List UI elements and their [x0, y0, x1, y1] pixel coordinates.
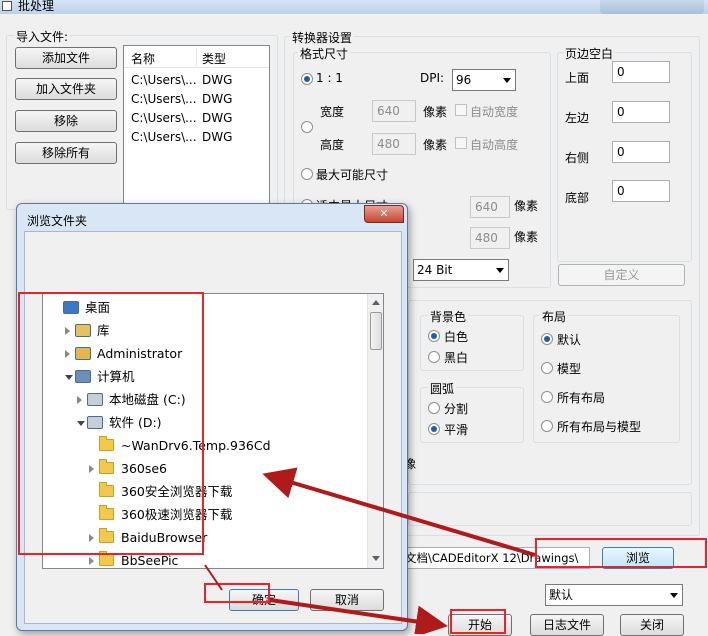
- bg-white-radio[interactable]: [428, 330, 440, 342]
- one-to-one-label: 1 : 1: [316, 71, 343, 85]
- layout-default-radio[interactable]: [541, 333, 553, 345]
- margin-top-label: 上面: [565, 71, 590, 85]
- arc-smooth-radio[interactable]: [428, 423, 440, 435]
- remove-button[interactable]: 移除: [15, 110, 117, 132]
- scroll-up-arrow[interactable]: [372, 300, 380, 305]
- format-size-title: 格式尺寸: [298, 45, 351, 62]
- file-row-2-name[interactable]: C:\Users\...: [131, 92, 197, 106]
- fit-height-unit: 像素: [514, 230, 539, 244]
- bg-black-label: 黑白: [444, 351, 469, 365]
- close-button[interactable]: 关闭: [620, 614, 684, 636]
- layout-title: 布局: [540, 308, 569, 325]
- margin-left-field[interactable]: 0: [612, 101, 670, 123]
- margins-title: 页边空白: [563, 45, 616, 62]
- margin-left-label: 左边: [565, 111, 590, 125]
- col-name-header[interactable]: 名称: [131, 50, 155, 67]
- annotation-ok-box: [204, 583, 270, 603]
- margin-top-field[interactable]: 0: [612, 61, 670, 83]
- margin-bottom-field[interactable]: 0: [612, 180, 670, 202]
- close-icon: ✕: [379, 207, 389, 220]
- annotation-tree-box: [18, 292, 204, 555]
- layout-model-label: 模型: [557, 362, 582, 376]
- layout-all-model-radio[interactable]: [541, 420, 553, 432]
- dpi-value: 96: [456, 73, 472, 87]
- height-field[interactable]: 480: [372, 133, 416, 155]
- add-folder-button[interactable]: 加入文件夹: [15, 78, 117, 100]
- file-row-3-name[interactable]: C:\Users\...: [131, 111, 197, 125]
- file-list[interactable]: 名称 类型 C:\Users\... DWG C:\Users\... DWG …: [123, 45, 270, 215]
- max-size-label: 最大可能尺寸: [316, 168, 389, 182]
- col-type-header[interactable]: 类型: [202, 50, 226, 67]
- fit-height-field[interactable]: 480: [470, 227, 510, 249]
- layout-all-label: 所有布局: [557, 391, 606, 405]
- auto-height-label: 自动高度: [470, 138, 519, 152]
- file-row-4-type: DWG: [202, 130, 233, 144]
- window-title: 批处理: [18, 0, 55, 13]
- height-unit: 像素: [423, 138, 448, 152]
- file-row-1-type: DWG: [202, 73, 233, 87]
- bit-depth-value: 24 Bit: [417, 263, 453, 277]
- custom-button[interactable]: 自定义: [558, 264, 685, 286]
- height-label: 高度: [320, 138, 345, 152]
- arc-split-radio[interactable]: [428, 402, 440, 414]
- file-row-3-type: DWG: [202, 111, 233, 125]
- bg-title: 背景色: [428, 308, 469, 325]
- fit-width-unit: 像素: [514, 199, 539, 213]
- tree-scrollbar[interactable]: [367, 294, 383, 568]
- log-file-button[interactable]: 日志文件: [530, 614, 604, 636]
- window-controls[interactable]: [600, 0, 704, 14]
- arc-title: 圆弧: [428, 380, 457, 397]
- app-icon: [2, 1, 12, 11]
- width-label: 宽度: [320, 105, 345, 119]
- one-to-one-radio[interactable]: [301, 73, 313, 85]
- folder-icon: [99, 551, 114, 566]
- annotation-browse-box: [535, 538, 707, 568]
- extra-group: [408, 492, 692, 526]
- default-select[interactable]: 默认: [545, 584, 683, 606]
- width-unit: 像素: [423, 105, 448, 119]
- import-group-title: 导入文件:: [14, 28, 71, 45]
- layout-default-label: 默认: [557, 333, 582, 347]
- scroll-down-arrow[interactable]: [372, 556, 380, 561]
- width-field[interactable]: 640: [372, 100, 416, 122]
- bit-depth-select[interactable]: 24 Bit: [413, 259, 509, 281]
- file-row-1-name[interactable]: C:\Users\...: [131, 73, 197, 87]
- converter-title: 转换器设置: [290, 29, 355, 46]
- arc-smooth-label: 平滑: [444, 423, 469, 437]
- annotation-start-box: [450, 609, 506, 634]
- bg-white-label: 白色: [444, 330, 469, 344]
- margin-bottom-label: 底部: [565, 191, 590, 205]
- file-list-header: 名称 类型: [124, 46, 269, 68]
- file-row-2-type: DWG: [202, 92, 233, 106]
- header-divider: [196, 48, 197, 66]
- custom-size-radio[interactable]: [301, 121, 313, 133]
- remove-all-button[interactable]: 移除所有: [15, 142, 117, 164]
- chevron-down-icon: [503, 78, 511, 83]
- auto-width-label: 自动宽度: [470, 105, 519, 119]
- default-value: 默认: [549, 588, 574, 602]
- dialog-title: 浏览文件夹: [27, 214, 88, 228]
- auto-width-checkbox[interactable]: [455, 104, 467, 116]
- expand-arrow-icon[interactable]: [89, 557, 94, 565]
- dpi-select[interactable]: 96: [452, 69, 516, 91]
- layout-model-radio[interactable]: [541, 362, 553, 374]
- chevron-down-icon: [496, 268, 504, 273]
- dpi-label: DPI:: [420, 71, 445, 85]
- title-bar: 批处理: [0, 0, 708, 14]
- chevron-down-icon: [670, 593, 678, 598]
- add-file-button[interactable]: 添加文件: [15, 47, 117, 69]
- dialog-close-button[interactable]: ✕: [364, 205, 404, 223]
- layout-all-radio[interactable]: [541, 391, 553, 403]
- max-size-radio[interactable]: [301, 168, 313, 180]
- margin-right-field[interactable]: 0: [612, 141, 670, 163]
- scroll-thumb[interactable]: [370, 312, 382, 350]
- fit-width-field[interactable]: 640: [470, 196, 510, 218]
- bg-black-radio[interactable]: [428, 351, 440, 363]
- auto-height-checkbox[interactable]: [455, 137, 467, 149]
- arc-split-label: 分割: [444, 402, 469, 416]
- cancel-button[interactable]: 取消: [310, 589, 384, 611]
- file-row-4-name[interactable]: C:\Users\...: [131, 130, 197, 144]
- layout-all-model-label: 所有布局与模型: [557, 420, 642, 434]
- margin-right-label: 右侧: [565, 151, 590, 165]
